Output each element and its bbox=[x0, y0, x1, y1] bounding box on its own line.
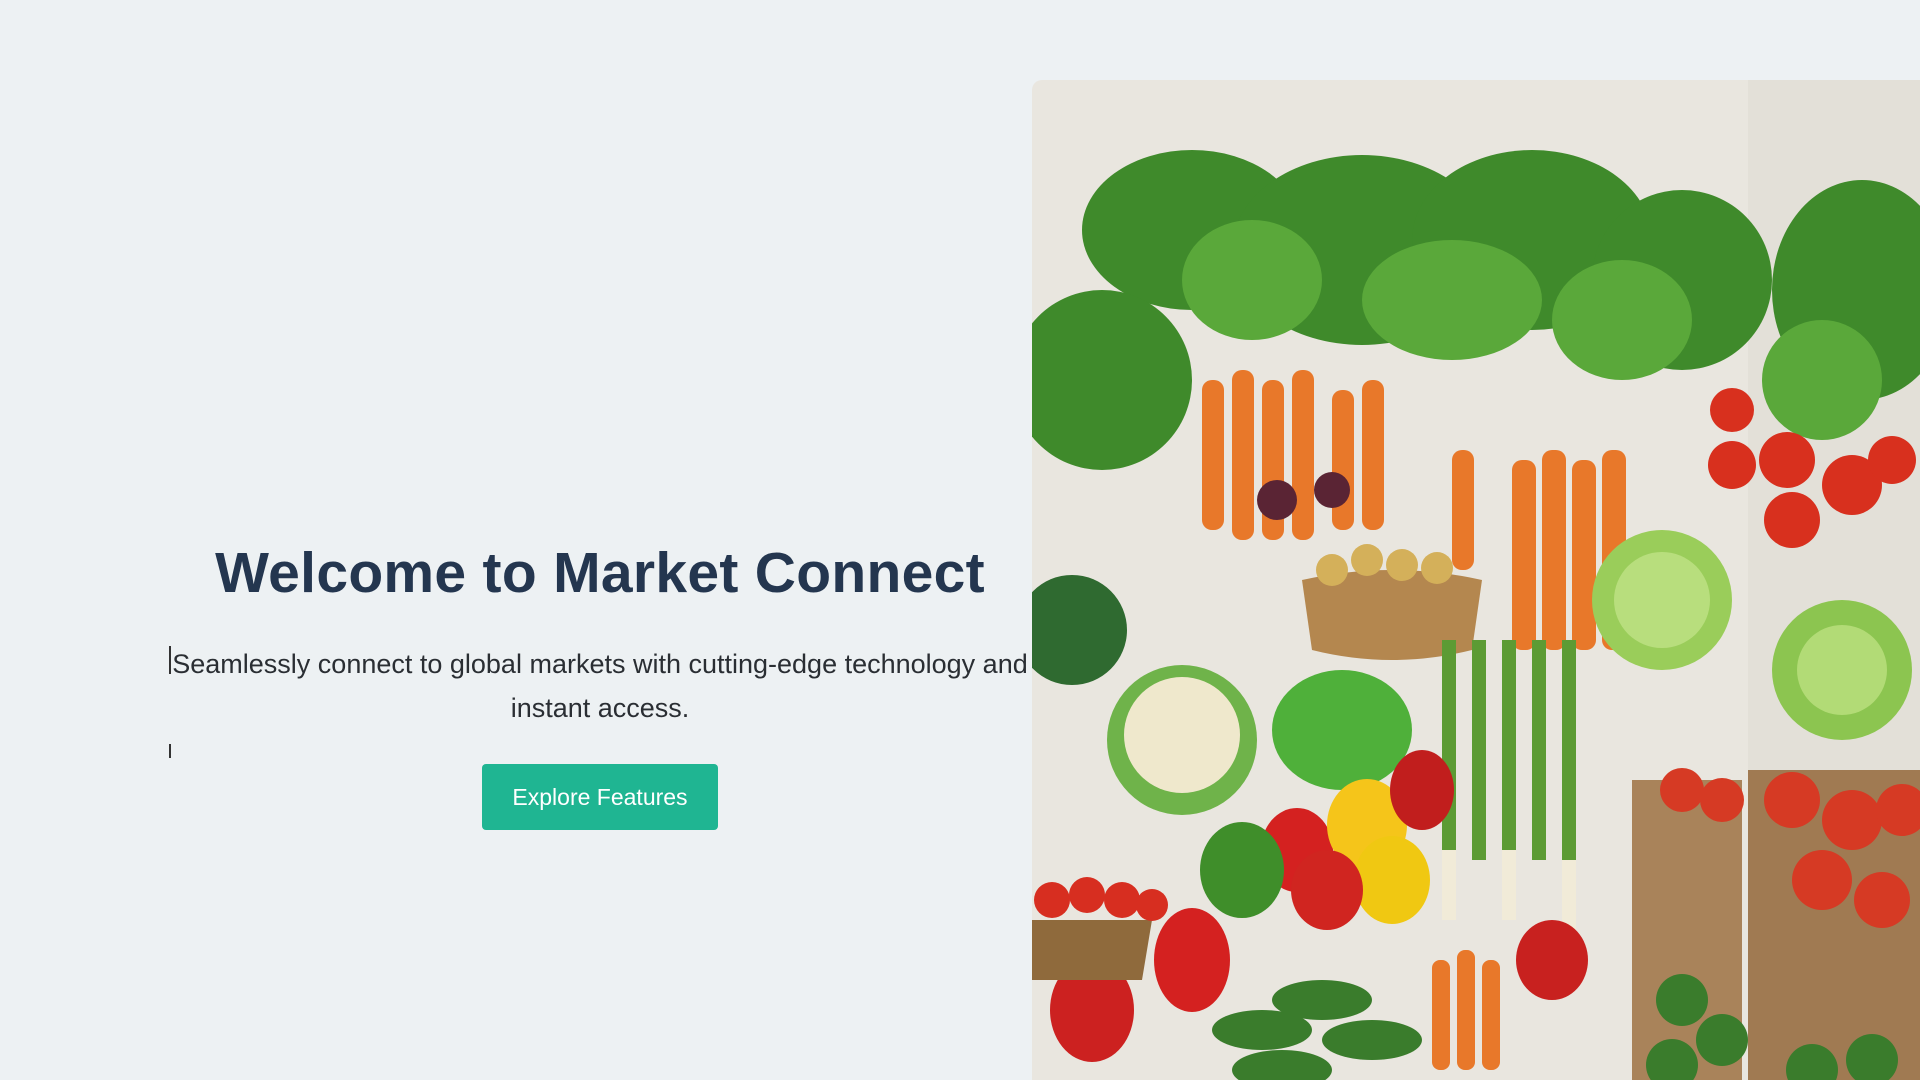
vegetables-hero-image bbox=[1032, 80, 1920, 1080]
hero-subtitle: Seamlessly connect to global markets wit… bbox=[172, 649, 1028, 723]
hero-section: Welcome to Market Connect Seamlessly con… bbox=[150, 540, 1050, 830]
explore-features-button[interactable]: Explore Features bbox=[482, 764, 718, 830]
hero-title: Welcome to Market Connect bbox=[215, 541, 985, 605]
